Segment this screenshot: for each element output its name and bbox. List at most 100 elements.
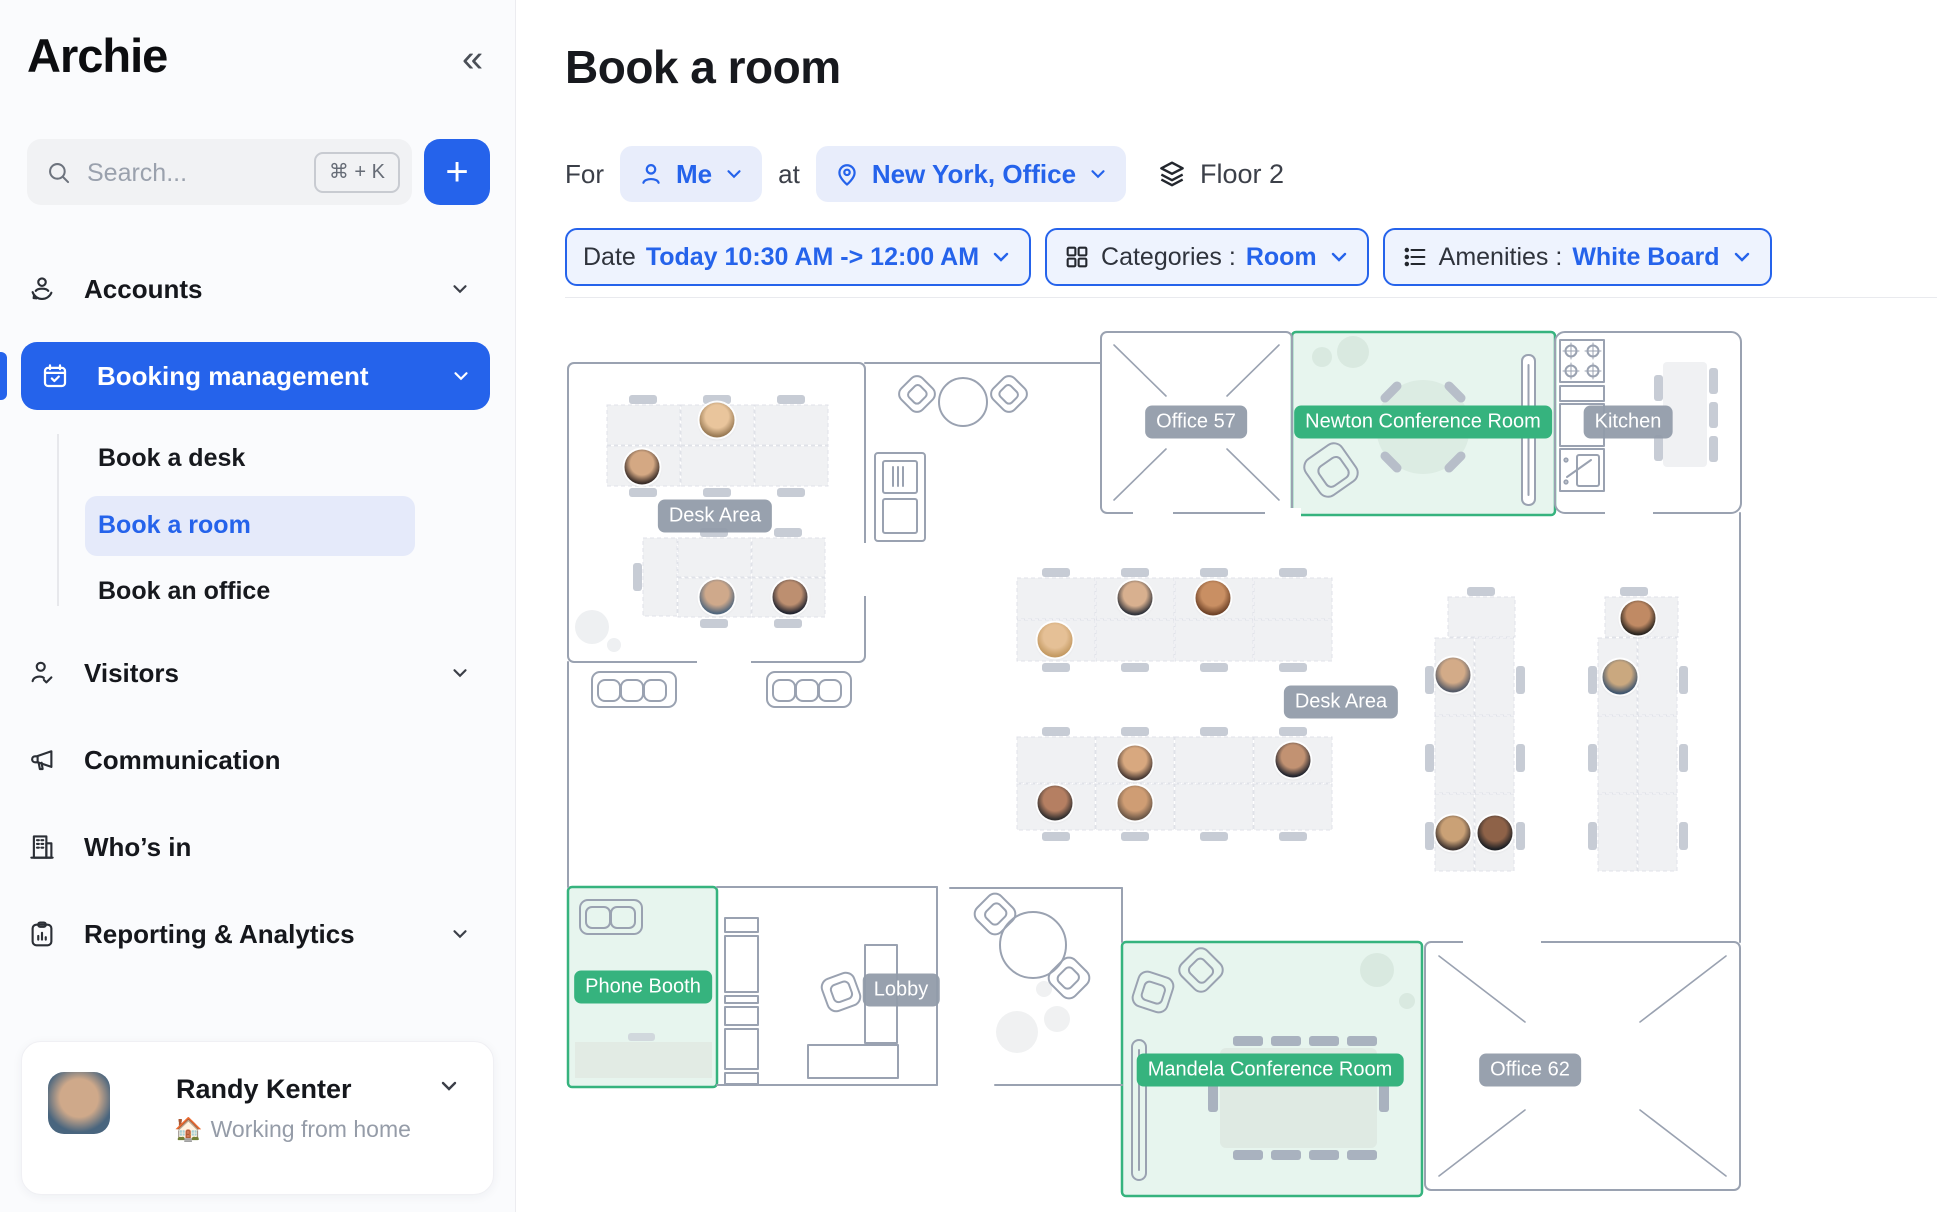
shelving — [725, 918, 758, 1084]
amenities-value: White Board — [1572, 243, 1719, 272]
sidebar-item-label: Communication — [84, 745, 280, 776]
accounts-icon — [27, 274, 57, 304]
megaphone-icon — [27, 745, 57, 775]
chevron-down-icon — [449, 662, 471, 684]
person-avatar — [1478, 816, 1513, 851]
cabinet — [875, 453, 925, 541]
amenities-label: Amenities : — [1439, 243, 1563, 272]
person-avatar — [1118, 581, 1153, 616]
search-input[interactable] — [85, 147, 299, 199]
avatar — [48, 1072, 110, 1134]
profile-name: Randy Kenter — [176, 1074, 352, 1105]
person-avatar — [625, 450, 660, 485]
room-badge-lobby: Lobby — [863, 974, 940, 1007]
sidebar-item-label: Book a room — [98, 511, 251, 540]
person-avatar — [1621, 601, 1656, 636]
lobby-desk — [808, 1045, 898, 1078]
sidebar-item-reporting-analytics[interactable]: Reporting & Analytics — [27, 907, 489, 961]
for-label: For — [565, 159, 604, 190]
chevron-down-icon — [449, 278, 471, 300]
room-badge-kitchen: Kitchen — [1584, 406, 1673, 439]
person-avatar — [1603, 660, 1638, 695]
chevron-down-icon — [1327, 245, 1351, 269]
search-box[interactable]: ⌘ + K — [27, 139, 412, 205]
floor-label: Floor 2 — [1200, 159, 1284, 190]
person-avatar — [700, 580, 735, 615]
header-divider — [565, 297, 1937, 298]
kitchen-door — [1560, 449, 1604, 491]
floor-indicator[interactable]: Floor 2 — [1156, 158, 1284, 190]
person-avatar — [1196, 581, 1231, 616]
location-pin-icon — [833, 160, 861, 188]
chevron-down-icon — [723, 163, 745, 185]
chevron-down-icon — [450, 365, 472, 387]
room-badge-mandela[interactable]: Mandela Conference Room — [1137, 1054, 1404, 1087]
search-shortcut-badge: ⌘ + K — [314, 152, 400, 193]
office-62-room — [1425, 942, 1740, 1190]
kitchen-counter — [1560, 386, 1604, 401]
filter-bar: Date Today 10:30 AM -> 12:00 AM Categori… — [565, 228, 1772, 286]
profile-status-text: Working from home — [211, 1116, 411, 1143]
user-profile-card[interactable]: Randy Kenter 🏠 Working from home — [21, 1041, 494, 1195]
armchair — [819, 970, 863, 1014]
room-badge-desk-area: Desk Area — [658, 500, 772, 533]
room-badge-office-62: Office 62 — [1479, 1054, 1581, 1087]
profile-status: 🏠 Working from home — [174, 1116, 411, 1143]
sidebar-item-accounts[interactable]: Accounts — [27, 262, 489, 316]
at-label: at — [778, 159, 800, 190]
chevron-down-icon[interactable] — [437, 1074, 461, 1098]
sidebar-item-booking-management[interactable]: Booking management — [21, 342, 490, 410]
booth-desk — [575, 1042, 712, 1078]
amenities-filter[interactable]: Amenities : White Board — [1383, 228, 1772, 286]
couch — [767, 672, 851, 707]
person-select[interactable]: Me — [620, 146, 762, 202]
sidebar-collapse-icon[interactable]: « — [462, 38, 483, 81]
location-select[interactable]: New York, Office — [816, 146, 1126, 202]
sidebar-item-visitors[interactable]: Visitors — [27, 646, 489, 700]
book-a-room-page: Archie « ⌘ + K + Accounts Booking manage… — [0, 0, 1944, 1212]
chevron-down-icon — [989, 245, 1013, 269]
room-badge-office-57: Office 57 — [1145, 406, 1247, 439]
person-avatar — [1038, 786, 1073, 821]
chair — [896, 373, 938, 415]
categories-filter[interactable]: Categories : Room — [1045, 228, 1369, 286]
stove — [1560, 340, 1604, 382]
booking-toolbar: For Me at New York, Office Floor 2 — [565, 146, 1284, 202]
clipboard-chart-icon — [27, 919, 57, 949]
list-icon — [1401, 243, 1429, 271]
sidebar-item-communication[interactable]: Communication — [27, 733, 489, 787]
active-section-indicator — [0, 352, 7, 400]
chevron-down-icon — [1730, 245, 1754, 269]
sidebar-item-label: Visitors — [84, 658, 179, 689]
visitor-check-icon — [27, 658, 57, 688]
sidebar-item-book-an-office[interactable]: Book an office — [98, 577, 270, 606]
user-icon — [637, 160, 665, 188]
room-badge-newton[interactable]: Newton Conference Room — [1294, 406, 1552, 439]
sidebar-item-book-a-desk[interactable]: Book a desk — [98, 444, 245, 473]
person-avatar — [1118, 746, 1153, 781]
sidebar-item-book-a-room[interactable]: Book a room — [85, 496, 415, 556]
add-button[interactable]: + — [424, 139, 490, 205]
person-avatar — [700, 403, 735, 438]
person-avatar — [1276, 743, 1311, 778]
sidebar-item-label: Accounts — [84, 274, 202, 305]
sidebar-item-label: Who’s in — [84, 832, 191, 863]
search-icon — [45, 159, 72, 186]
app-logo: Archie — [27, 28, 167, 83]
date-filter[interactable]: Date Today 10:30 AM -> 12:00 AM — [565, 228, 1031, 286]
sidebar-item-whos-in[interactable]: Who’s in — [27, 820, 489, 874]
room-badge-desk-area: Desk Area — [1284, 686, 1398, 719]
layers-icon — [1156, 158, 1188, 190]
person-avatar — [1436, 816, 1471, 851]
home-emoji-icon: 🏠 — [174, 1116, 203, 1143]
date-value: Today 10:30 AM -> 12:00 AM — [646, 243, 979, 272]
floor-plan: Desk Area Office 57 Newton Conference Ro… — [565, 330, 1935, 1210]
chair — [988, 373, 1030, 415]
room-badge-phone-booth[interactable]: Phone Booth — [574, 971, 712, 1004]
sidebar-item-label: Booking management — [97, 361, 369, 392]
person-avatar — [773, 580, 808, 615]
person-avatar — [1118, 786, 1153, 821]
location-select-value: New York, Office — [872, 159, 1076, 190]
chevron-down-icon — [449, 923, 471, 945]
date-label: Date — [583, 243, 636, 272]
